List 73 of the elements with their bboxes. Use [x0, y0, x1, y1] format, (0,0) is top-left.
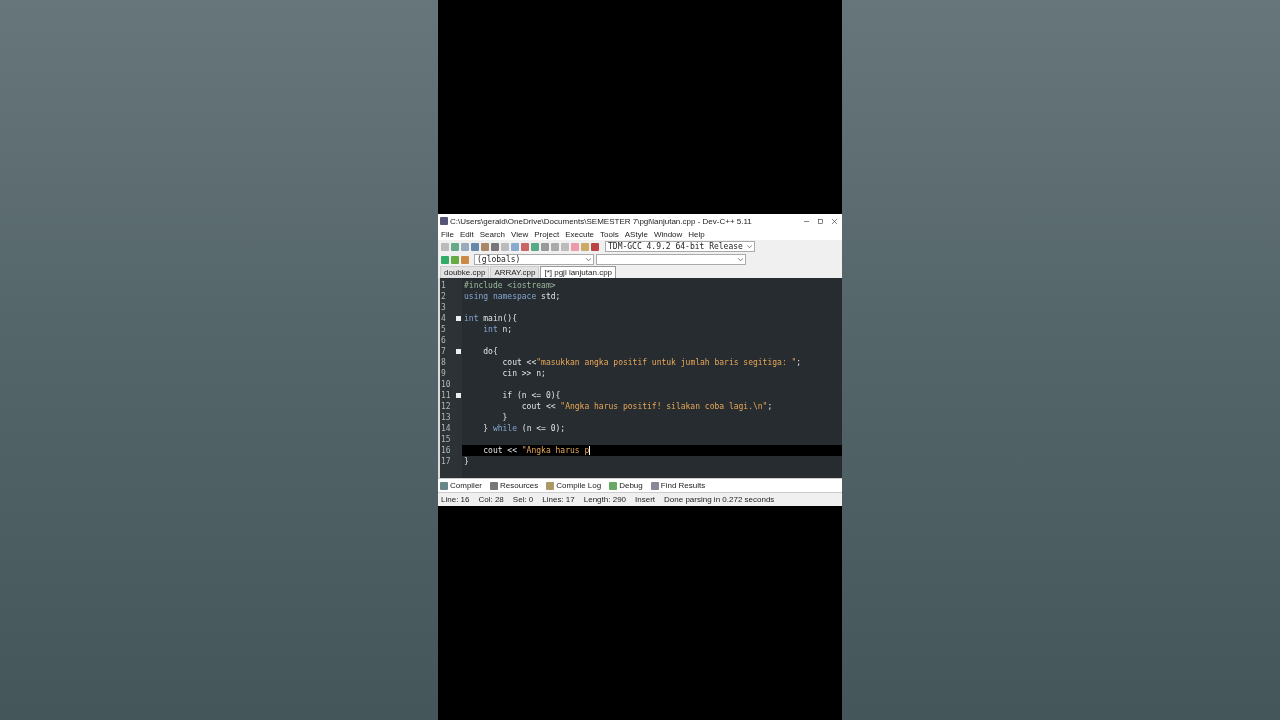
- code-line: #include <iostream>: [464, 281, 556, 290]
- status-text: Col: 28: [478, 495, 504, 504]
- menu-item[interactable]: Help: [688, 229, 705, 239]
- menu-item[interactable]: Execute: [565, 229, 595, 239]
- caret-icon: [738, 257, 743, 262]
- caret-icon: [747, 244, 752, 249]
- line-number: 6: [441, 336, 446, 345]
- menu-item[interactable]: Search: [479, 229, 506, 239]
- fold-marker-icon[interactable]: [456, 393, 461, 398]
- menu-item[interactable]: Edit: [459, 229, 474, 239]
- tab-icon: [546, 481, 555, 490]
- file-tab[interactable]: [*] pgjl lanjutan.cpp: [540, 266, 617, 278]
- line-number: 11: [441, 391, 451, 400]
- line-number: 16: [441, 446, 451, 455]
- panel-tab[interactable]: Resources: [490, 481, 539, 490]
- tab-icon: [650, 481, 659, 490]
- file-tab[interactable]: doubke.cpp: [440, 266, 490, 278]
- tab-icon: [609, 481, 618, 490]
- menu-item[interactable]: AStyle: [624, 229, 648, 239]
- line-number: 12: [441, 402, 451, 411]
- status-text: Line: 16: [441, 495, 470, 504]
- menu-item[interactable]: Project: [534, 229, 560, 239]
- status-text: Lines: 17: [542, 495, 575, 504]
- status-text: Sel: 0: [512, 495, 534, 504]
- code-line: cout <<"masukkan angka positif untuk jumlah baris segitiga: ";: [501, 358, 802, 367]
- code-line: }: [464, 457, 469, 466]
- code-line: }: [501, 413, 508, 422]
- line-number: 9: [441, 369, 446, 378]
- code-line: int n;: [482, 325, 513, 334]
- line-number: 5: [441, 325, 446, 334]
- line-number: 1: [441, 281, 446, 290]
- line-number: 14: [441, 424, 451, 433]
- line-number: 3: [441, 303, 446, 312]
- code-line: using namespace std;: [464, 292, 561, 301]
- line-number: 13: [441, 413, 451, 422]
- status-text: Length: 290: [583, 495, 627, 504]
- function-dropdown[interactable]: [596, 254, 746, 265]
- line-number: 2: [441, 292, 446, 301]
- menu-item[interactable]: View: [511, 229, 529, 239]
- code-line: int main(){: [464, 314, 517, 323]
- code-line: cout << "Angka harus p: [482, 446, 590, 455]
- code-line: if (n <= 0){: [501, 391, 561, 400]
- panel-tab[interactable]: Debug: [609, 481, 643, 490]
- fold-marker-icon[interactable]: [456, 316, 461, 321]
- line-number: 17: [441, 457, 451, 466]
- text-cursor: [589, 446, 591, 455]
- code-editor[interactable]: [438, 278, 842, 478]
- code-line: cout << "Angka harus positif! silakan coba lagi.\n";: [520, 402, 773, 411]
- menu-item[interactable]: File: [441, 229, 454, 239]
- panel-tab[interactable]: Compiler: [440, 481, 482, 490]
- tab-icon: [440, 481, 448, 490]
- panel-tab[interactable]: Compile Log: [546, 481, 602, 490]
- status-text: Done parsing in 0.272 seconds: [664, 495, 775, 504]
- code-line: cin >> n;: [501, 369, 546, 378]
- line-number: 7: [441, 347, 446, 356]
- line-number: 8: [441, 358, 446, 367]
- code-line: } while (n <= 0);: [482, 424, 566, 433]
- menu-item[interactable]: Window: [653, 229, 683, 239]
- window-title: C:\Users\gerald\OneDrive\Documents\SEMESTER 7\pgl\lanjutan.cpp - Dev-C++ 5.11: [450, 216, 753, 226]
- file-tab[interactable]: ARRAY.cpp: [490, 266, 540, 278]
- panel-tab[interactable]: Find Results: [650, 481, 706, 490]
- caret-icon: [586, 257, 591, 262]
- code-line: do{: [482, 347, 498, 356]
- tab-icon: [490, 481, 498, 490]
- menu-item[interactable]: Tools: [600, 229, 619, 239]
- scope-dropdown[interactable]: (globals): [474, 254, 594, 265]
- line-number: 4: [441, 314, 446, 323]
- line-number: 10: [441, 380, 451, 389]
- line-number: 15: [441, 435, 451, 444]
- app-icon: [440, 217, 448, 225]
- compiler-dropdown[interactable]: TDM-GCC 4.9.2 64-bit Release: [605, 241, 755, 252]
- fold-marker-icon[interactable]: [456, 349, 461, 354]
- status-text: Insert: [635, 495, 656, 504]
